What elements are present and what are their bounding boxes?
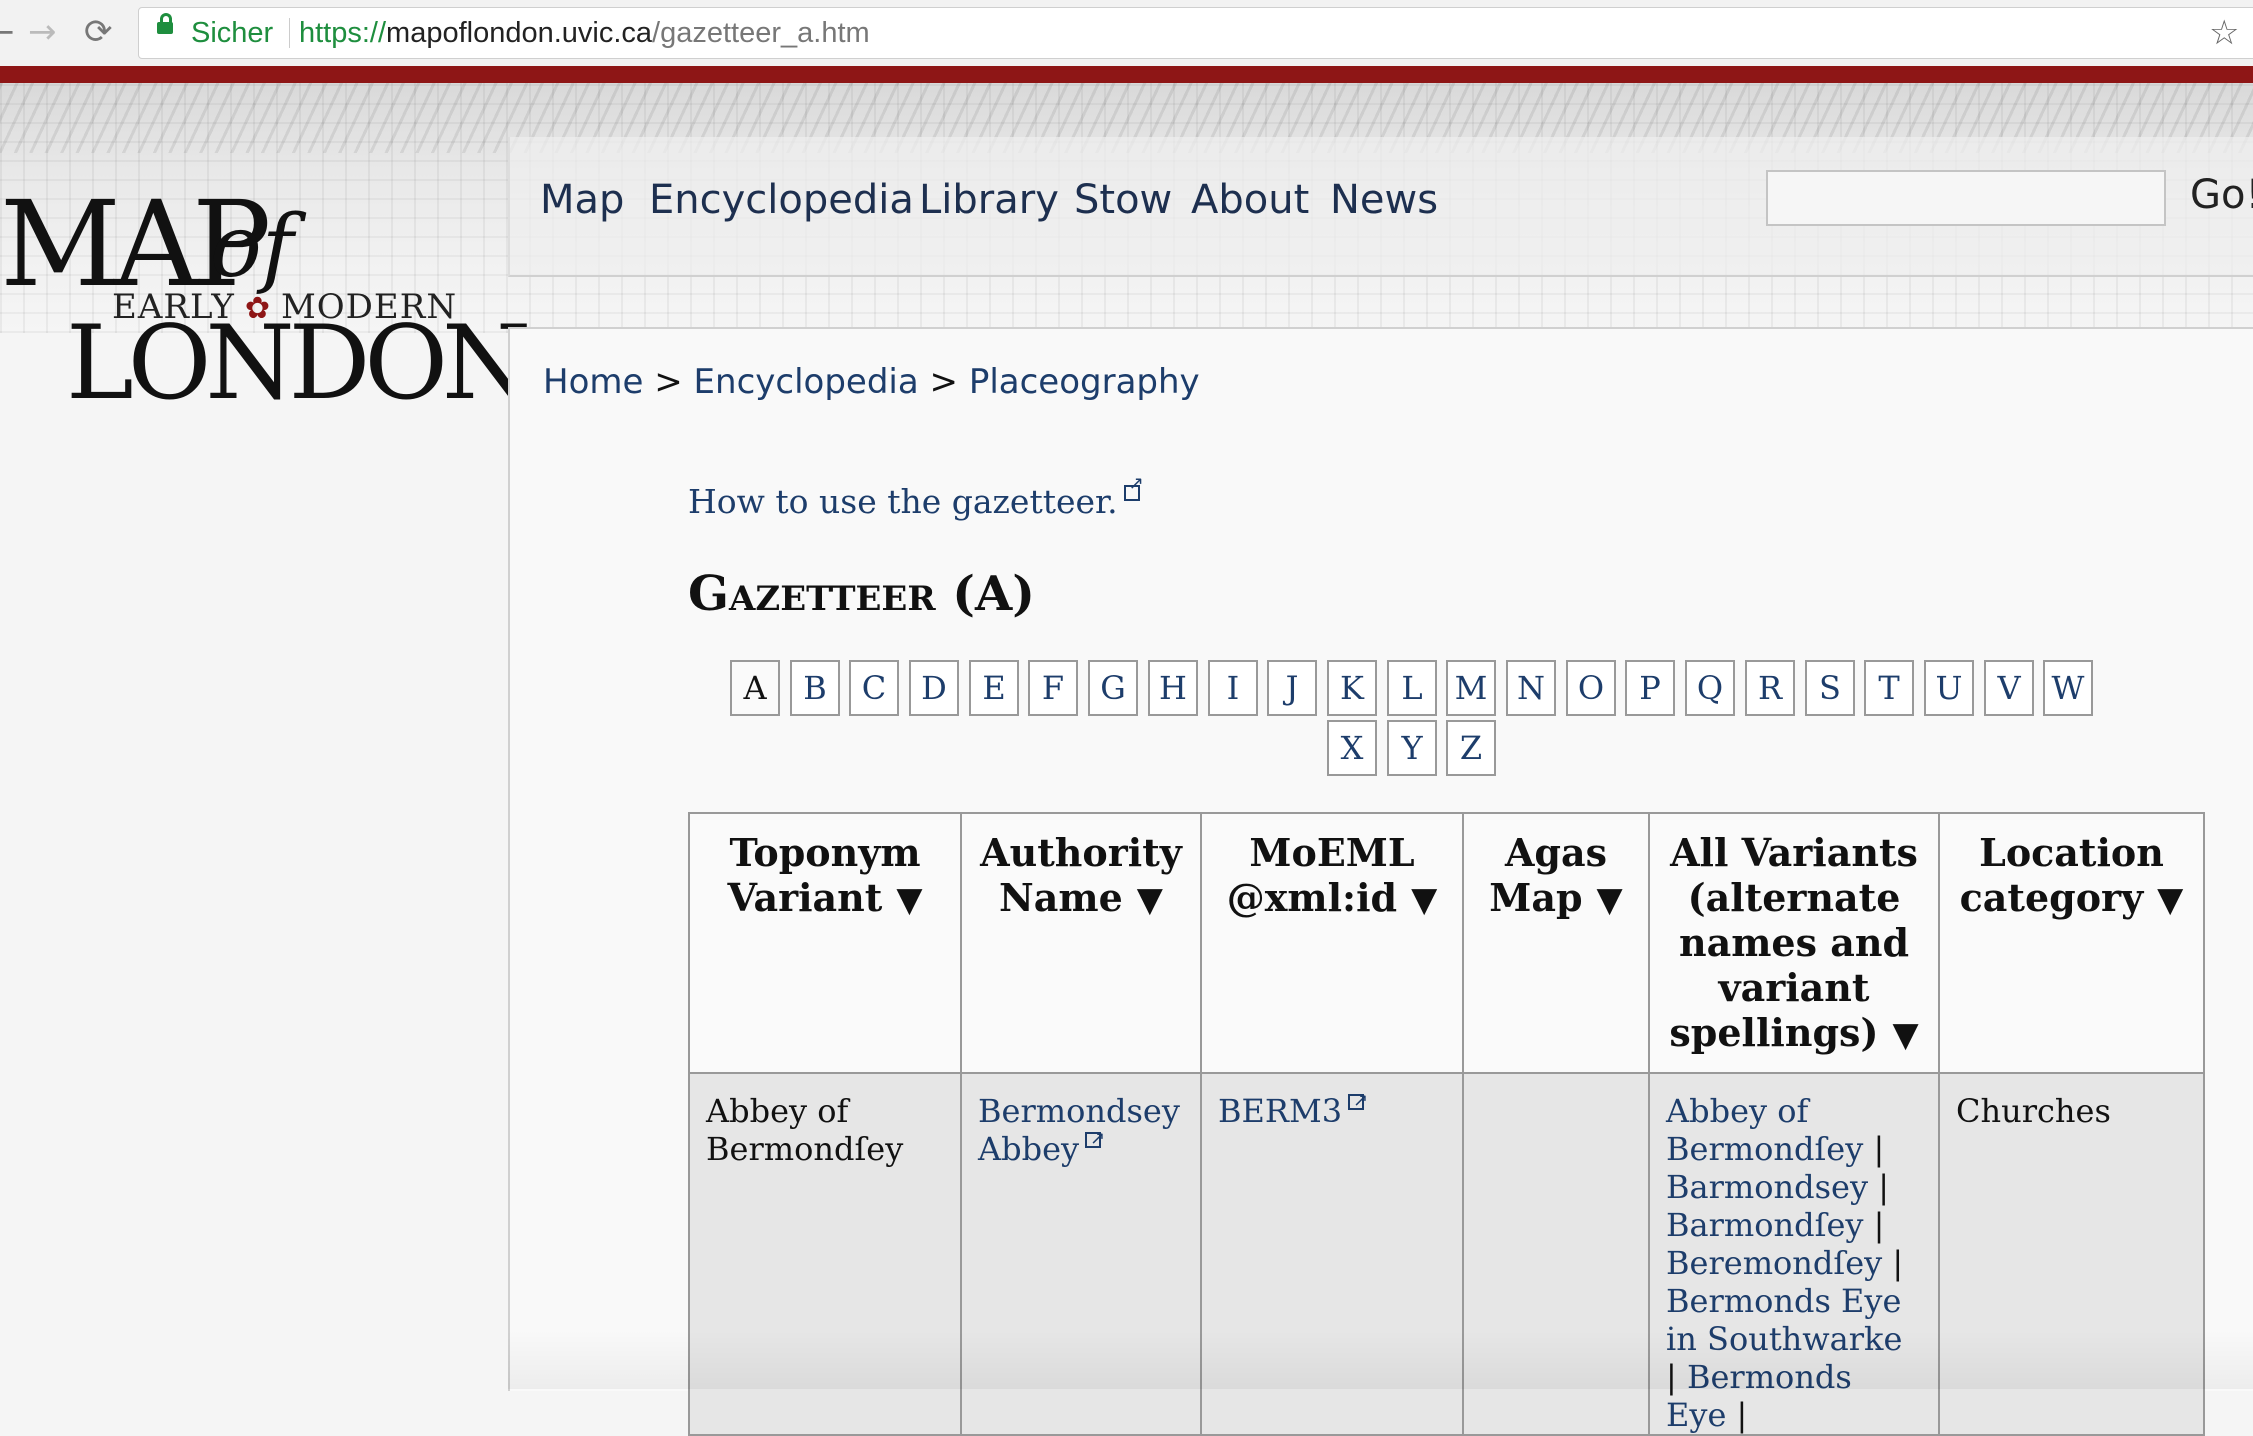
address-bar[interactable]: Sicher https://mapoflondon.uvic.ca/gazet… <box>138 7 2253 59</box>
letter-link-y[interactable]: Y <box>1387 720 1437 776</box>
back-arrow-icon[interactable]: ← <box>0 12 15 52</box>
column-header-authority[interactable]: Authority Name ▼ <box>960 812 1202 1074</box>
variant-separator: | <box>1868 1168 1889 1206</box>
letter-link-d[interactable]: D <box>909 660 959 716</box>
breadcrumb-separator: > <box>654 362 683 402</box>
letter-link-v[interactable]: V <box>1984 660 2034 716</box>
letter-link-l[interactable]: L <box>1387 660 1437 716</box>
column-header-xml-id[interactable]: MoEML @xml:id ▼ <box>1200 812 1464 1074</box>
nav-map[interactable]: Map <box>540 177 624 223</box>
column-header-variants[interactable]: All Variants (alternate names and varian… <box>1648 812 1940 1074</box>
column-header-label: Agas Map <box>1489 830 1608 920</box>
breadcrumb: Home > Encyclopedia > Placeography <box>543 362 1200 402</box>
breadcrumb-encyclopedia[interactable]: Encyclopedia <box>694 362 919 402</box>
letter-link-z[interactable]: Z <box>1446 720 1496 776</box>
column-header-label: Toponym Variant <box>727 830 921 920</box>
column-header-toponym[interactable]: Toponym Variant ▼ <box>688 812 962 1074</box>
authority-link[interactable]: Bermondsey Abbey <box>978 1092 1180 1168</box>
letter-link-c[interactable]: C <box>849 660 899 716</box>
letter-link-w[interactable]: W <box>2043 660 2093 716</box>
variant-separator: | <box>1882 1244 1904 1282</box>
letter-link-g[interactable]: G <box>1088 660 1138 716</box>
nav-news[interactable]: News <box>1330 177 1438 223</box>
breadcrumb-placeography[interactable]: Placeography <box>969 362 1200 402</box>
breadcrumb-separator: > <box>929 362 959 402</box>
column-header-agas-map[interactable]: Agas Map ▼ <box>1462 812 1650 1074</box>
external-link-icon <box>1123 473 1144 501</box>
variant-link[interactable]: Barmondsey <box>1666 1168 1868 1206</box>
letter-link-j[interactable]: J <box>1267 660 1317 716</box>
sort-arrow-icon[interactable]: ▼ <box>1892 1015 1918 1055</box>
letter-link-r[interactable]: R <box>1745 660 1795 716</box>
nav-library[interactable]: Library <box>919 177 1059 223</box>
logo-london-text: LONDON <box>66 304 531 423</box>
letter-link-n[interactable]: N <box>1506 660 1556 716</box>
column-header-label: All Variants (alternate names and varian… <box>1669 830 1918 1055</box>
letter-link-k[interactable]: K <box>1327 660 1377 716</box>
page-title: Gazetteer (A) <box>688 566 1035 622</box>
letter-link-f[interactable]: F <box>1028 660 1078 716</box>
variant-link[interactable]: Beremondſey <box>1666 1244 1882 1282</box>
table-header-row: Toponym Variant ▼ Authority Name ▼ MoEML @… <box>688 812 2205 1074</box>
go-button[interactable]: Go! <box>2190 172 2253 218</box>
letter-link-t[interactable]: T <box>1864 660 1914 716</box>
url-path: /gazetteer_a.htm <box>652 17 870 49</box>
browser-toolbar: ← → ⟳ Sicher https://mapoflondon.uvic.ca… <box>0 0 2253 67</box>
sort-arrow-icon[interactable]: ▼ <box>1137 880 1163 920</box>
variant-separator: | <box>1863 1206 1885 1244</box>
sort-arrow-icon[interactable]: ▼ <box>896 880 922 920</box>
column-header-label: Location category <box>1959 830 2164 920</box>
page-shadow <box>508 1330 2253 1389</box>
letter-link-e[interactable]: E <box>969 660 1019 716</box>
site-logo[interactable]: MAP of EARLY ✿ MODERN LONDON <box>0 185 531 415</box>
column-header-category[interactable]: Location category ▼ <box>1938 812 2205 1074</box>
url-text[interactable]: https://mapoflondon.uvic.ca/gazetteer_a.… <box>299 8 870 58</box>
variant-link[interactable]: Barmondſey <box>1666 1206 1863 1244</box>
sort-arrow-icon[interactable]: ▼ <box>2157 880 2183 920</box>
breadcrumb-home[interactable]: Home <box>543 362 643 402</box>
nav-stow[interactable]: Stow <box>1074 177 1172 223</box>
xml-id-link[interactable]: BERM3 <box>1218 1092 1342 1130</box>
variant-separator: | <box>1863 1130 1885 1168</box>
url-scheme: https:// <box>299 17 387 49</box>
letter-link-h[interactable]: H <box>1148 660 1198 716</box>
reload-icon[interactable]: ⟳ <box>84 12 113 52</box>
letter-link-o[interactable]: O <box>1566 660 1616 716</box>
search-input[interactable] <box>1766 170 2166 226</box>
forward-arrow-icon[interactable]: → <box>28 12 57 52</box>
nav-about[interactable]: About <box>1191 177 1309 223</box>
letter-link-i[interactable]: I <box>1208 660 1258 716</box>
nav-encyclopedia[interactable]: Encyclopedia <box>649 177 914 223</box>
sort-arrow-icon[interactable]: ▼ <box>1597 880 1623 920</box>
external-link-icon <box>1348 1082 1368 1120</box>
howto-link-text: How to use the gazetteer. <box>688 482 1118 521</box>
letter-link-a[interactable]: A <box>730 660 780 716</box>
letter-link-x[interactable]: X <box>1327 720 1377 776</box>
letter-link-s[interactable]: S <box>1805 660 1855 716</box>
bookmark-star-icon[interactable]: ☆ <box>2209 8 2239 58</box>
secure-label: Sicher <box>191 17 274 49</box>
column-header-label: MoEML @xml:id <box>1226 830 1415 920</box>
logo-of-text: of <box>210 197 294 297</box>
letter-link-q[interactable]: Q <box>1685 660 1735 716</box>
letter-link-b[interactable]: B <box>790 660 840 716</box>
lock-icon <box>157 13 173 34</box>
howto-link[interactable]: How to use the gazetteer. <box>688 473 1144 521</box>
external-link-icon <box>1085 1120 1105 1158</box>
letter-link-u[interactable]: U <box>1924 660 1974 716</box>
letter-link-p[interactable]: P <box>1625 660 1675 716</box>
url-divider <box>289 18 290 48</box>
sort-arrow-icon[interactable]: ▼ <box>1411 880 1437 920</box>
variant-link[interactable]: Abbey of Bermondſey <box>1666 1092 1863 1168</box>
variant-separator: | <box>1726 1396 1748 1434</box>
url-host: mapoflondon.uvic.ca <box>386 17 653 49</box>
letter-link-m[interactable]: M <box>1446 660 1496 716</box>
accent-bar <box>0 66 2253 83</box>
